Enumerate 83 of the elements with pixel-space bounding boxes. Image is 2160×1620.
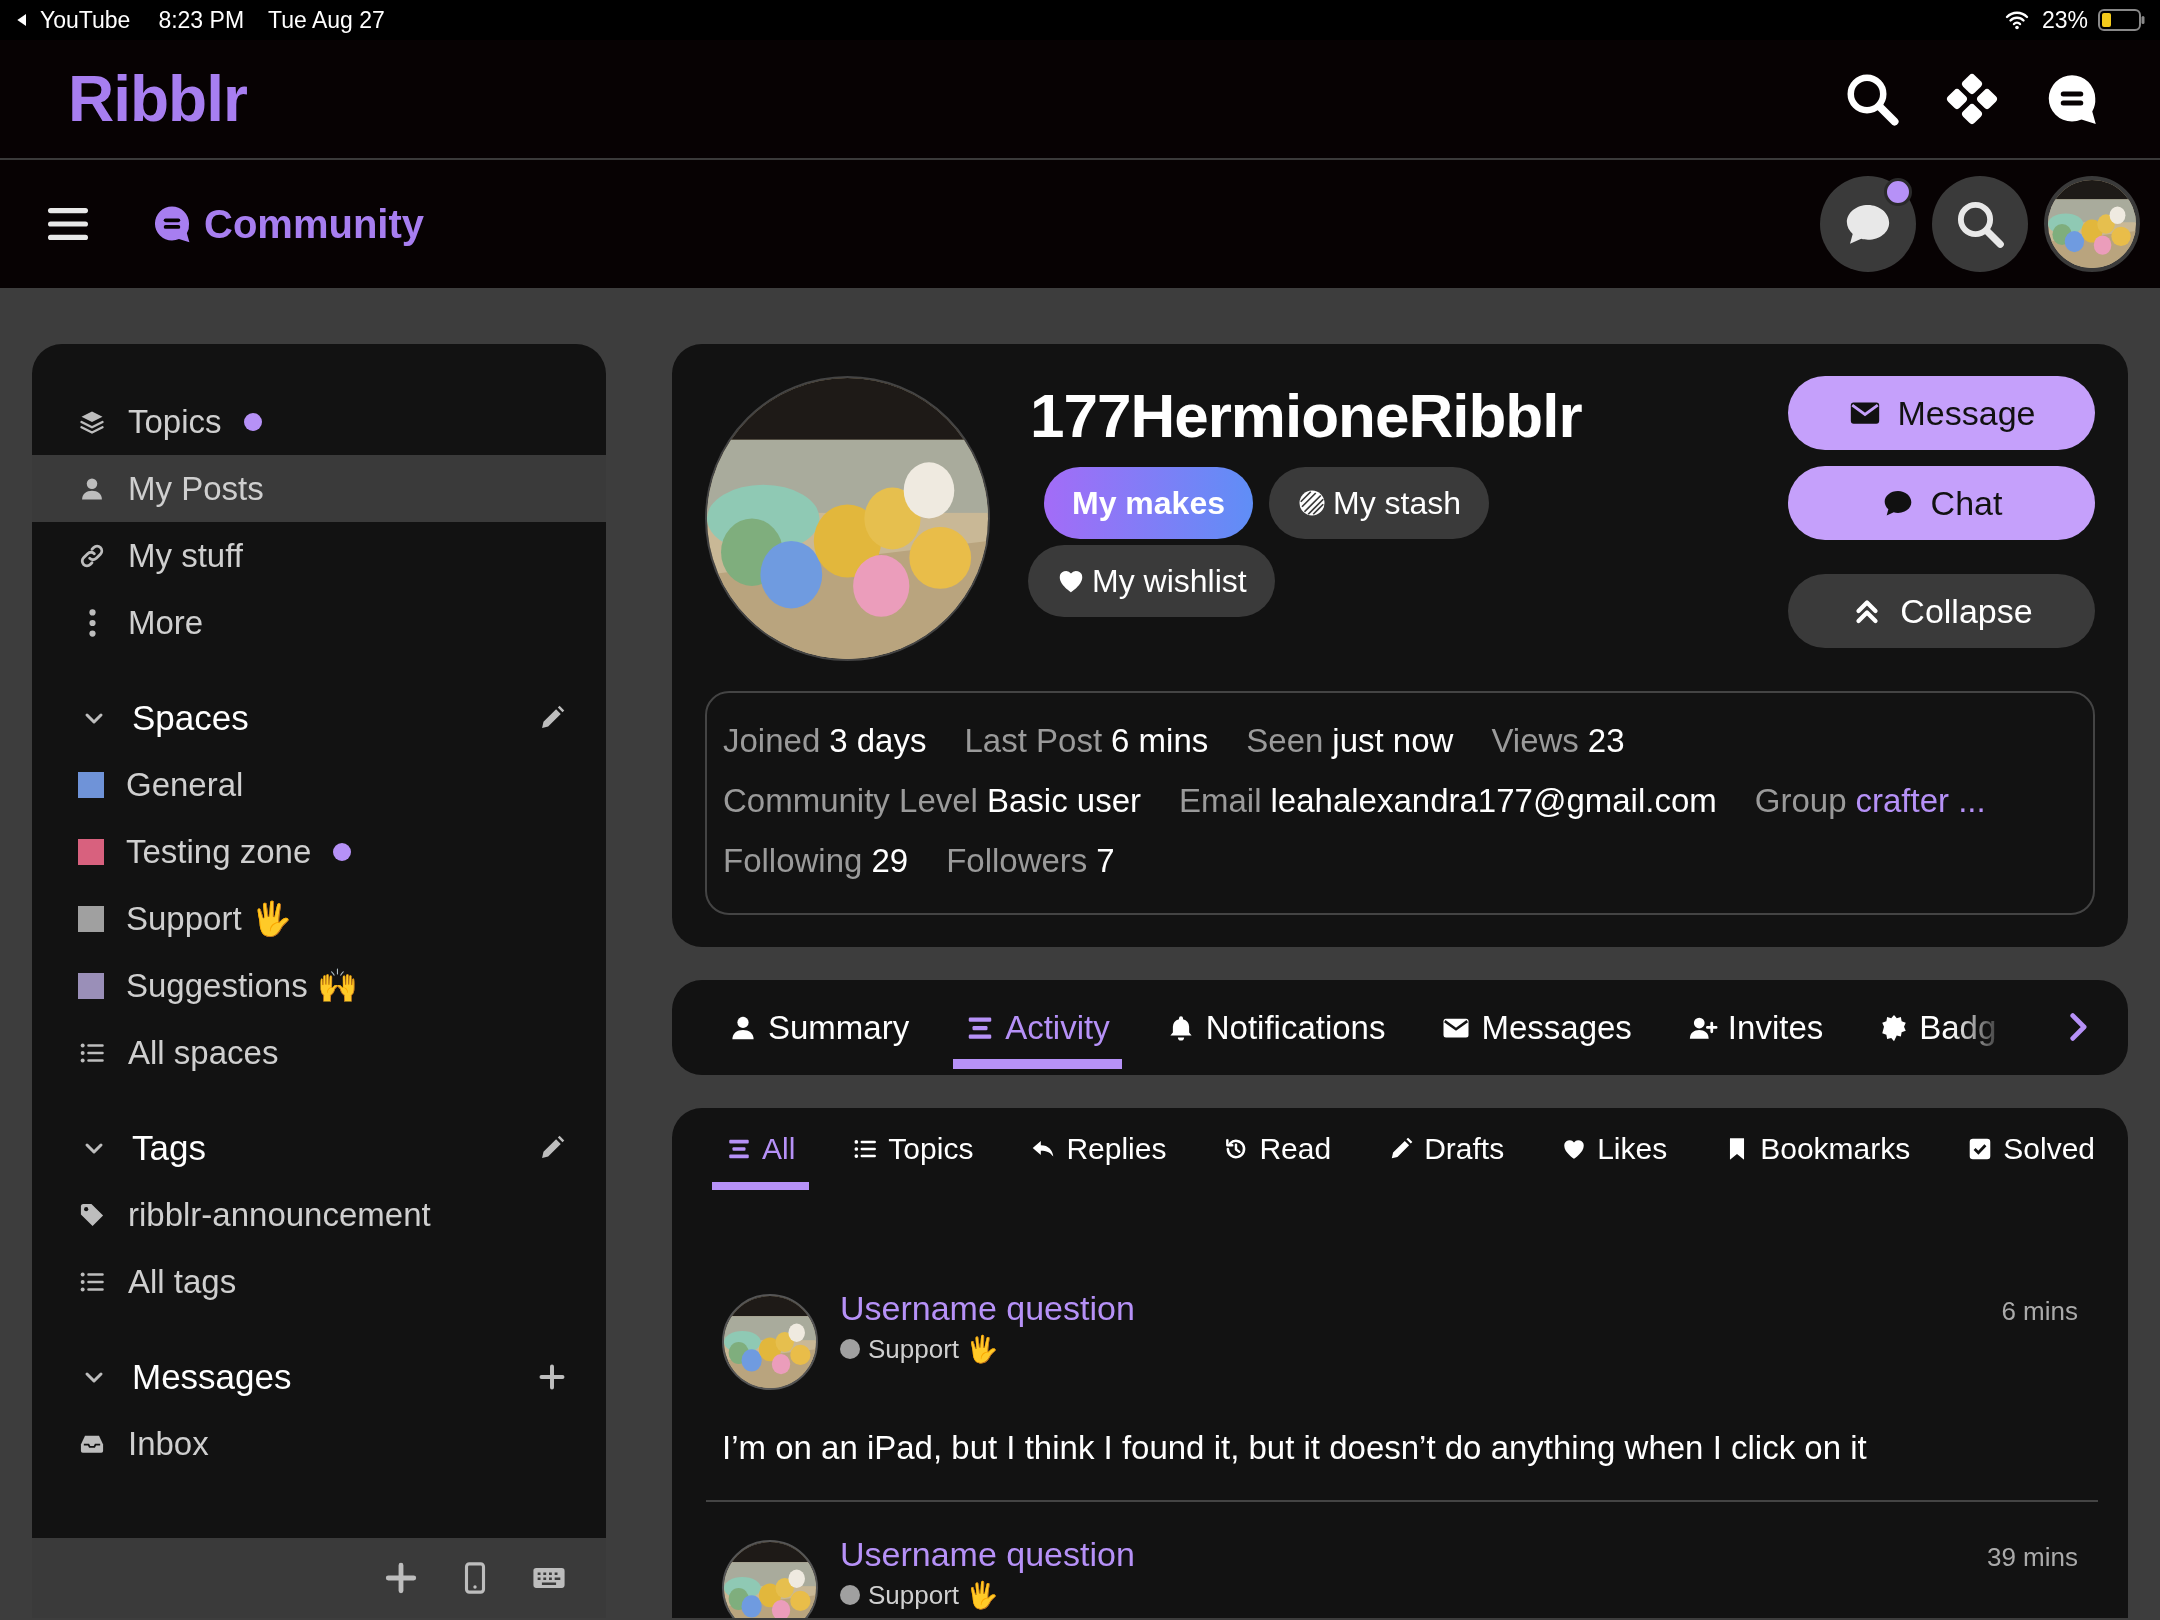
tab[interactable]: Notifications bbox=[1153, 980, 1398, 1075]
battery-percent: 23% bbox=[2041, 6, 2088, 34]
sidebar-item-label: My Posts bbox=[128, 469, 264, 508]
sidebar-item[interactable]: More bbox=[32, 589, 606, 656]
collapse-button[interactable]: Collapse bbox=[1788, 574, 2095, 648]
section-title[interactable]: Tags bbox=[132, 1127, 512, 1168]
sidebar-item-label: ribblr-announcement bbox=[128, 1195, 431, 1234]
stat-link[interactable]: crafter ... bbox=[1855, 782, 1986, 820]
category-label[interactable]: Support 🖐 bbox=[868, 1580, 999, 1610]
filter-tab[interactable]: Likes bbox=[1547, 1108, 1682, 1190]
sidebar-item[interactable]: All tags bbox=[32, 1248, 606, 1315]
username: 177HermioneRibblr bbox=[1030, 380, 1583, 451]
sidebar-item[interactable]: Testing zone bbox=[32, 818, 606, 885]
post-time: 6 mins bbox=[2001, 1296, 2078, 1327]
stat-label: Seen bbox=[1246, 722, 1324, 760]
community-title[interactable]: Community bbox=[204, 201, 424, 247]
chat-button[interactable]: Chat bbox=[1788, 466, 2095, 540]
tab[interactable]: Summary bbox=[716, 980, 922, 1075]
sidebar-item-label: Inbox bbox=[128, 1424, 209, 1463]
stat-value: 6 mins bbox=[1111, 722, 1209, 760]
section-title[interactable]: Messages bbox=[132, 1356, 512, 1397]
stat-label: Group bbox=[1754, 782, 1847, 820]
battery-icon bbox=[2098, 8, 2146, 32]
sidebar-item-label: My stuff bbox=[128, 536, 243, 575]
status-date: Tue Aug 27 bbox=[268, 6, 385, 34]
sidebar-item[interactable]: All spaces bbox=[32, 1019, 606, 1086]
stat-value: leahalexandra177@gmail.com bbox=[1270, 782, 1717, 820]
more-icon bbox=[89, 608, 96, 637]
stat-label: Joined bbox=[723, 722, 821, 760]
stat-value: 3 days bbox=[829, 722, 927, 760]
stat-label: Views bbox=[1491, 722, 1579, 760]
sidebar-item-label: Suggestions 🙌 bbox=[126, 966, 358, 1005]
sidebar-item[interactable]: My stuff bbox=[32, 522, 606, 589]
stat-label: Following bbox=[723, 842, 863, 880]
sidebar-item-label: More bbox=[128, 603, 204, 642]
stat-label: Email bbox=[1179, 782, 1262, 820]
sidebar-item[interactable]: General bbox=[32, 751, 606, 818]
sidebar-item-label: Topics bbox=[128, 402, 222, 441]
stat-value: just now bbox=[1332, 722, 1454, 760]
sidebar-item-label: All spaces bbox=[128, 1033, 279, 1072]
status-time: 8:23 PM bbox=[158, 6, 245, 34]
tab[interactable]: Badg bbox=[1867, 980, 2009, 1075]
filter-tab[interactable]: Solved bbox=[1953, 1108, 2109, 1190]
sidebar-item-label: General bbox=[126, 765, 244, 804]
message-button[interactable]: Message bbox=[1788, 376, 2095, 450]
stat-label: Community Level bbox=[723, 782, 978, 820]
stat-label: Followers bbox=[946, 842, 1088, 880]
stat-value: 29 bbox=[871, 842, 909, 880]
sidebar-item[interactable]: Suggestions 🙌 bbox=[32, 952, 606, 1019]
category-label[interactable]: Support 🖐 bbox=[868, 1334, 999, 1364]
sidebar-item-label: All tags bbox=[128, 1262, 237, 1301]
filter-tab[interactable]: All bbox=[712, 1108, 810, 1190]
post-time: 39 mins bbox=[1986, 1542, 2078, 1573]
post-title-link[interactable]: Username question bbox=[840, 1532, 1965, 1576]
profile-link-button[interactable]: My stash bbox=[1269, 467, 1489, 539]
logo[interactable]: Ribblr bbox=[68, 62, 247, 136]
back-app-label[interactable]: YouTube bbox=[40, 6, 131, 34]
post-excerpt: I’m on an iPad, but I think I found it, but it doesn’t do anything when I click on it bbox=[722, 1428, 1868, 1468]
profile-link-button[interactable]: My wishlist bbox=[1028, 545, 1275, 617]
plus-icon[interactable] bbox=[384, 1561, 418, 1595]
sidebar-item-label: Support 🖐 bbox=[126, 899, 292, 938]
sidebar-item[interactable]: Support 🖐 bbox=[32, 885, 606, 952]
filter-tab[interactable]: Read bbox=[1209, 1108, 1346, 1190]
sidebar-item[interactable]: Inbox bbox=[32, 1410, 606, 1477]
tab[interactable]: Activity bbox=[953, 980, 1122, 1075]
sidebar-item[interactable]: Topics bbox=[32, 388, 606, 455]
filter-tab[interactable]: Topics bbox=[838, 1108, 988, 1190]
section-title[interactable]: Spaces bbox=[132, 697, 512, 738]
yarn-ball-icon bbox=[1297, 488, 1327, 518]
tab[interactable]: Invites bbox=[1675, 980, 1836, 1075]
tab[interactable]: Messages bbox=[1429, 980, 1644, 1075]
post-title-link[interactable]: Username question bbox=[840, 1286, 1980, 1330]
stat-value: Basic user bbox=[986, 782, 1141, 820]
sidebar-item[interactable]: ribblr-announcement bbox=[32, 1181, 606, 1248]
plus-icon[interactable] bbox=[538, 1362, 566, 1391]
filter-tab[interactable]: Bookmarks bbox=[1710, 1108, 1925, 1190]
filter-tab[interactable]: Replies bbox=[1016, 1108, 1181, 1190]
stat-value: 7 bbox=[1096, 842, 1115, 880]
stat-label: Last Post bbox=[964, 722, 1103, 760]
stat-value: 23 bbox=[1587, 722, 1625, 760]
sidebar-item[interactable]: My Posts bbox=[32, 455, 606, 522]
filter-tab[interactable]: Drafts bbox=[1374, 1108, 1519, 1190]
sidebar-item-label: Testing zone bbox=[126, 832, 312, 871]
